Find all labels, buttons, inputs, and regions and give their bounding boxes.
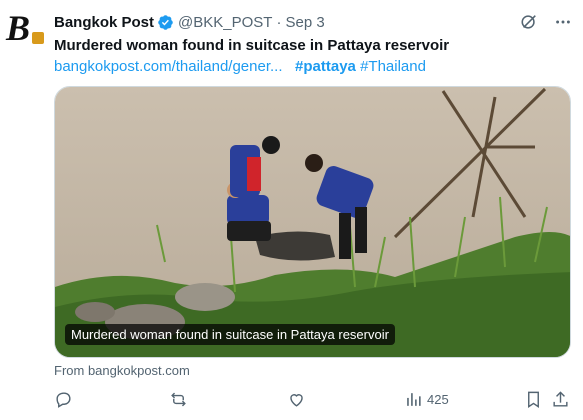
avatar-logo-letter: B: [6, 8, 31, 48]
card-source[interactable]: From bangkokpost.com: [54, 363, 190, 378]
more-icon[interactable]: [553, 12, 573, 32]
tweet-title: Murdered woman found in suitcase in Patt…: [54, 37, 450, 54]
avatar-logo-mark: [32, 32, 44, 44]
author-name[interactable]: Bangkok Post: [54, 14, 154, 31]
reply-icon: [56, 392, 71, 408]
verified-badge-icon: [157, 14, 174, 31]
reply-button[interactable]: [54, 390, 73, 409]
separator-dot: ·: [276, 13, 282, 31]
retweet-icon: [171, 392, 186, 407]
author-handle[interactable]: @BKK_POST: [178, 14, 272, 31]
share-icon: [553, 391, 568, 407]
tweet-header: Bangkok Post @BKK_POST · Sep 3: [54, 12, 573, 32]
action-bar: 425: [54, 390, 571, 412]
bookmark-icon: [528, 391, 539, 408]
like-button[interactable]: [287, 390, 306, 409]
retweet-button[interactable]: [169, 390, 188, 409]
hashtag-pattaya[interactable]: #pattaya: [295, 58, 356, 75]
article-link[interactable]: bangkokpost.com/thailand/gener...: [54, 58, 283, 75]
avatar[interactable]: B: [6, 8, 46, 48]
card-caption: Murdered woman found in suitcase in Patt…: [65, 324, 395, 345]
views-button[interactable]: 425: [404, 390, 449, 409]
tweet-links: bangkokpost.com/thailand/gener... #patta…: [54, 57, 573, 77]
bookmark-button[interactable]: [524, 390, 543, 409]
views-count: 425: [427, 392, 449, 407]
share-button[interactable]: [551, 390, 570, 409]
link-card[interactable]: Murdered woman found in suitcase in Patt…: [54, 86, 571, 358]
post-date[interactable]: Sep 3: [285, 14, 324, 31]
grok-icon[interactable]: [519, 12, 539, 32]
like-icon: [290, 394, 303, 407]
hashtag-thailand[interactable]: #Thailand: [360, 58, 426, 75]
card-photo: [55, 87, 570, 357]
views-icon: [407, 393, 421, 406]
tweet-text: Murdered woman found in suitcase in Patt…: [54, 36, 573, 77]
